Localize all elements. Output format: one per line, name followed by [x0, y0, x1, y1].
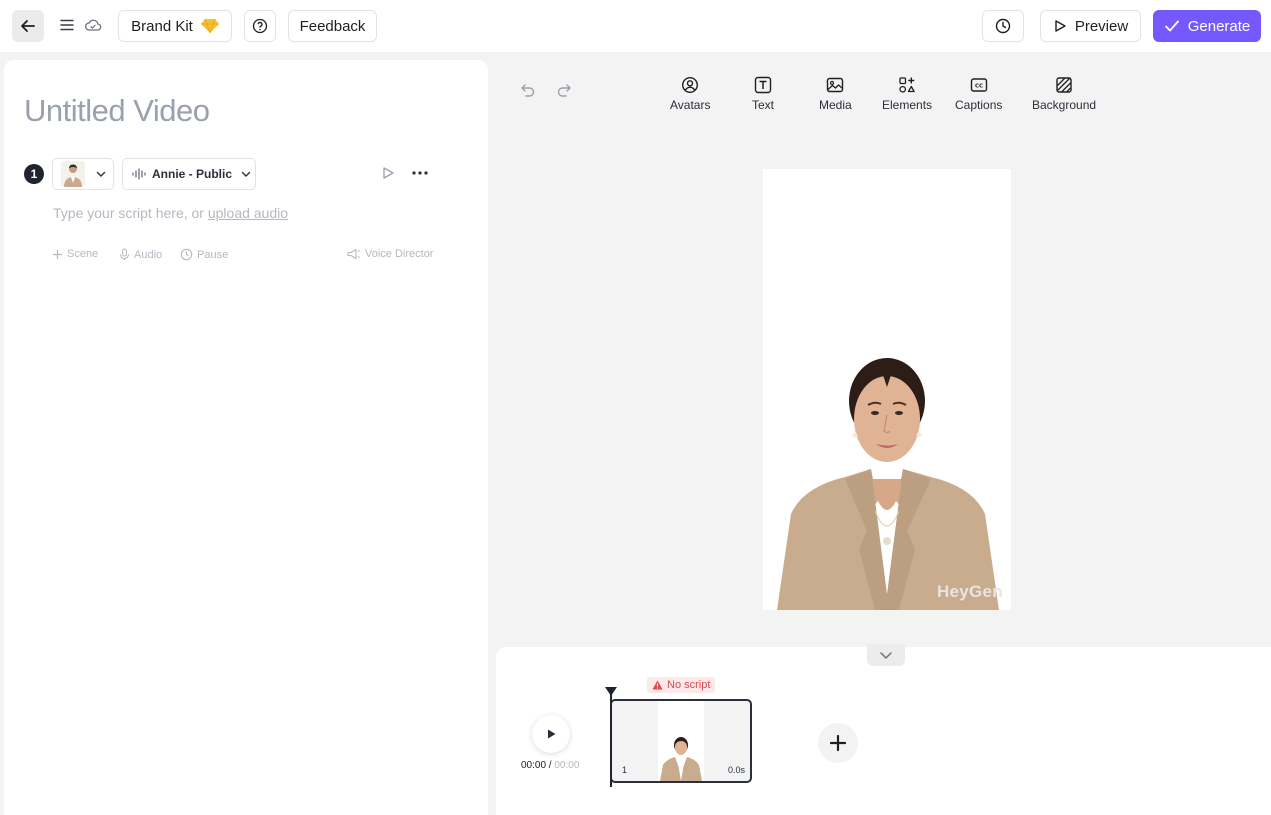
megaphone-icon: [347, 248, 360, 260]
tool-media[interactable]: Media: [819, 76, 852, 112]
tool-text[interactable]: Text: [752, 76, 774, 112]
feedback-button[interactable]: Feedback: [288, 10, 377, 42]
timeline-play-button[interactable]: [532, 715, 570, 753]
text-icon: [754, 76, 772, 94]
plus-icon: [53, 249, 62, 259]
pause-clock-icon: [180, 248, 193, 261]
plus-icon: [829, 734, 847, 752]
current-time: 00:00: [521, 760, 547, 771]
tool-elements[interactable]: Elements: [882, 76, 932, 112]
chevron-down-icon: [96, 171, 106, 177]
help-button[interactable]: [244, 10, 276, 42]
check-icon: [1164, 20, 1179, 32]
preview-label: Preview: [1074, 17, 1129, 35]
collapse-timeline-button[interactable]: [867, 644, 905, 666]
scene-preview: [658, 701, 704, 781]
tool-captions[interactable]: CC Captions: [955, 76, 1002, 112]
diamond-icon: [200, 18, 219, 34]
voice-director-button[interactable]: Voice Director: [347, 248, 433, 260]
tool-text-label: Text: [752, 98, 775, 112]
script-panel: Untitled Video 1 Annie - Public Type you…: [4, 60, 488, 815]
pause-label: Pause: [197, 248, 229, 261]
clock-icon: [995, 18, 1011, 34]
top-bar: Brand Kit Feedback Preview Generate: [0, 0, 1271, 52]
question-icon: [252, 18, 268, 34]
upload-audio-link[interactable]: upload audio: [208, 205, 288, 221]
video-title[interactable]: Untitled Video: [24, 93, 210, 129]
play-voice-icon[interactable]: [381, 166, 395, 180]
play-icon: [548, 729, 556, 739]
background-pattern-icon: [1056, 77, 1072, 93]
pause-button[interactable]: Pause: [180, 248, 228, 261]
cloud-icon: [84, 19, 102, 31]
svg-text:CC: CC: [975, 84, 983, 90]
audio-button[interactable]: Audio: [119, 248, 162, 261]
time-display: 00:00 / 00:00: [521, 760, 580, 771]
avatar-icon: [682, 76, 699, 94]
preview-button[interactable]: Preview: [1040, 10, 1141, 42]
script-input[interactable]: Type your script here, or upload audio: [53, 205, 288, 221]
scene-duration: 0.0s: [727, 765, 745, 775]
avatar-select[interactable]: [52, 158, 114, 190]
chevron-down-icon: [241, 171, 251, 177]
playhead[interactable]: [610, 687, 612, 787]
avatar-figure[interactable]: [763, 169, 1011, 610]
no-script-warning: No script: [647, 677, 716, 693]
tool-elements-label: Elements: [882, 98, 933, 112]
watermark-logo: HeyGen: [936, 582, 1003, 601]
video-canvas[interactable]: HeyGen: [763, 169, 1011, 610]
generate-button[interactable]: Generate: [1153, 10, 1261, 42]
canvas-workspace: Avatars Text Media Elements CC Captions …: [488, 52, 1271, 646]
brand-kit-label: Brand Kit: [131, 17, 193, 35]
total-time: 00:00: [554, 760, 580, 771]
avatar: [61, 161, 85, 187]
image-icon: [827, 77, 844, 93]
undo-icon[interactable]: [520, 82, 536, 98]
history-button[interactable]: [982, 10, 1024, 42]
tool-media-label: Media: [819, 98, 852, 112]
scene-thumbnail[interactable]: 1 0.0s: [610, 699, 752, 783]
playhead-handle[interactable]: [605, 687, 617, 696]
voice-select[interactable]: Annie - Public: [122, 158, 256, 190]
brand-kit-button[interactable]: Brand Kit: [118, 10, 232, 42]
tool-captions-label: Captions: [955, 98, 1003, 112]
tool-background[interactable]: Background: [1032, 76, 1096, 112]
warning-icon: [652, 680, 663, 690]
microphone-icon: [119, 248, 130, 260]
generate-label: Generate: [1187, 17, 1251, 35]
timeline-panel: 00:00 / 00:00 No script 1 0.0s: [496, 644, 1271, 815]
back-button[interactable]: [12, 10, 44, 42]
scene-number-badge: 1: [24, 164, 44, 184]
audio-label: Audio: [134, 248, 163, 261]
add-scene-button[interactable]: Scene: [52, 248, 98, 260]
scene-label: Scene: [67, 248, 99, 260]
play-icon: [1055, 20, 1066, 32]
scene-index: 1: [622, 765, 628, 775]
shapes-icon: [899, 77, 915, 93]
waveform-icon: [132, 168, 146, 180]
add-scene-timeline-button[interactable]: [818, 723, 858, 763]
voice-label: Annie - Public: [152, 167, 233, 181]
arrow-left-icon: [21, 20, 35, 32]
scene-avatar-thumb: [660, 737, 702, 781]
tool-avatars-label: Avatars: [670, 98, 711, 112]
redo-icon[interactable]: [556, 82, 572, 98]
menu-icon[interactable]: [59, 17, 75, 33]
no-script-label: No script: [667, 679, 711, 691]
tool-avatars[interactable]: Avatars: [670, 76, 710, 112]
voice-director-label: Voice Director: [365, 248, 434, 260]
captions-icon: CC: [970, 78, 987, 92]
tool-background-label: Background: [1032, 98, 1097, 112]
chevron-down-icon: [880, 652, 892, 660]
script-placeholder: Type your script here, or: [53, 205, 204, 221]
more-options-icon[interactable]: [412, 171, 428, 175]
